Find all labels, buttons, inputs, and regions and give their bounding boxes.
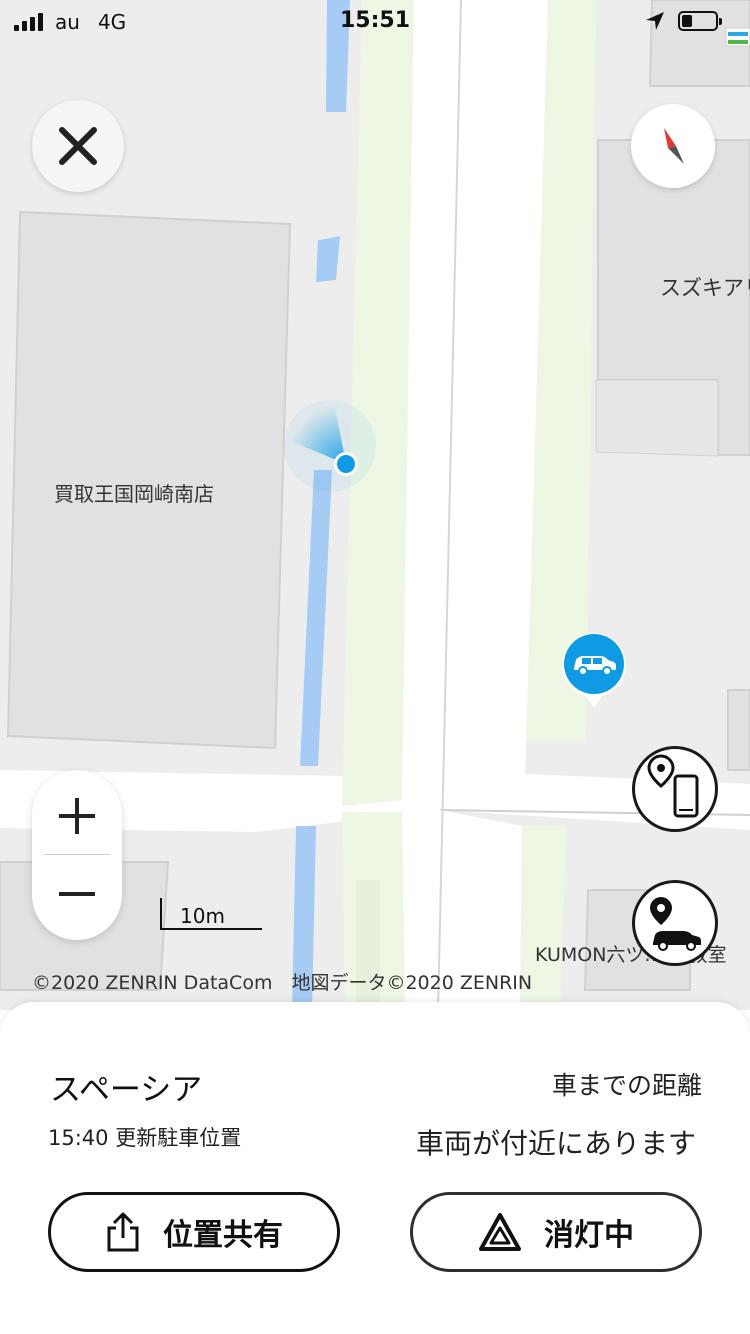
parking-update-time: 15:40 更新駐車位置 — [48, 1126, 242, 1150]
car-location-button[interactable] — [632, 880, 718, 966]
vehicle-info-panel: スペーシア 15:40 更新駐車位置 車までの距離 車両が付近にあります 位置共… — [0, 1002, 750, 1334]
minus-icon — [59, 892, 95, 896]
map-copyright: ©2020 ZENRIN DataCom 地図データ©2020 ZENRIN — [32, 972, 533, 994]
compass-button[interactable] — [631, 104, 715, 188]
phone-location-icon — [647, 754, 699, 818]
close-button[interactable] — [32, 100, 124, 192]
hazard-label: 消灯中 — [544, 1218, 634, 1253]
distance-label: 車までの距離 — [551, 1071, 702, 1100]
map-label-kaitori: 買取王国岡崎南店 — [54, 482, 214, 506]
map-label-suzuki: スズキアリ — [660, 276, 750, 300]
close-icon — [59, 127, 97, 165]
map-scale: 10m — [160, 898, 262, 930]
current-location-icon — [284, 400, 376, 492]
hazard-icon — [479, 1213, 521, 1251]
zoom-control — [32, 770, 122, 940]
status-bar: au 4G 15:51 — [0, 0, 750, 40]
location-arrow-icon — [646, 12, 664, 30]
car-location-icon — [650, 897, 701, 951]
distance-value: 車両が付近にあります — [415, 1127, 696, 1160]
zoom-in-button[interactable] — [32, 776, 122, 856]
share-location-button[interactable]: 位置共有 — [48, 1192, 340, 1272]
parked-car-pin-icon[interactable] — [558, 628, 630, 710]
plus-icon — [59, 798, 95, 834]
phone-location-button[interactable] — [632, 746, 718, 832]
share-label: 位置共有 — [163, 1218, 283, 1253]
clock: 15:51 — [339, 8, 411, 33]
hazard-button[interactable]: 消灯中 — [410, 1192, 702, 1272]
share-icon — [107, 1212, 139, 1252]
compass-icon — [664, 128, 684, 164]
battery-icon — [678, 11, 722, 31]
scale-label: 10m — [180, 904, 225, 928]
vehicle-name: スペーシア — [50, 1072, 203, 1108]
zoom-out-button[interactable] — [32, 854, 122, 934]
